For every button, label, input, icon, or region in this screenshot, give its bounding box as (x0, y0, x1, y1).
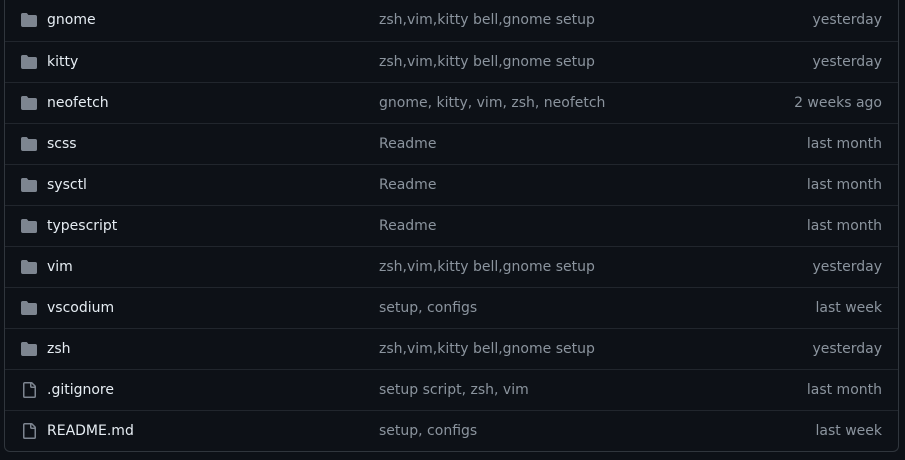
folder-icon (21, 12, 37, 28)
file-name-link[interactable]: kitty (47, 54, 78, 70)
folder-icon (21, 95, 37, 111)
commit-time: last week (815, 300, 883, 316)
folder-icon (21, 259, 37, 275)
file-name-link[interactable]: sysctl (47, 177, 87, 193)
file-list: gnome zsh,vim,kitty bell,gnome setup yes… (4, 0, 899, 452)
commit-time: yesterday (812, 259, 882, 275)
commit-message-link[interactable]: zsh,vim,kitty bell,gnome setup (379, 341, 595, 357)
file-name-link[interactable]: gnome (47, 12, 96, 28)
file-name-link[interactable]: README.md (47, 423, 134, 439)
commit-time: last month (806, 177, 882, 193)
folder-icon (21, 218, 37, 234)
commit-message-link[interactable]: setup, configs (379, 300, 477, 316)
file-name-link[interactable]: vscodium (47, 300, 114, 316)
file-icon (21, 382, 37, 398)
commit-time: last month (806, 382, 882, 398)
file-name-link[interactable]: neofetch (47, 95, 109, 111)
file-name-link[interactable]: .gitignore (47, 382, 114, 398)
commit-time: last month (806, 218, 882, 234)
file-row[interactable]: scss Readme last month (5, 123, 898, 164)
file-row[interactable]: typescript Readme last month (5, 205, 898, 246)
commit-time: yesterday (812, 12, 882, 28)
commit-message-link[interactable]: setup script, zsh, vim (379, 382, 529, 398)
commit-message-link[interactable]: zsh,vim,kitty bell,gnome setup (379, 12, 595, 28)
commit-time: last week (815, 423, 883, 439)
commit-message-link[interactable]: zsh,vim,kitty bell,gnome setup (379, 54, 595, 70)
folder-icon (21, 341, 37, 357)
file-row[interactable]: neofetch gnome, kitty, vim, zsh, neofetc… (5, 82, 898, 123)
folder-icon (21, 300, 37, 316)
commit-message-link[interactable]: Readme (379, 136, 436, 152)
commit-message-link[interactable]: Readme (379, 218, 436, 234)
commit-time: last month (806, 136, 882, 152)
commit-message-link[interactable]: zsh,vim,kitty bell,gnome setup (379, 259, 595, 275)
commit-message-link[interactable]: setup, configs (379, 423, 477, 439)
commit-time: 2 weeks ago (794, 95, 882, 111)
commit-time: yesterday (812, 341, 882, 357)
file-row[interactable]: gnome zsh,vim,kitty bell,gnome setup yes… (5, 0, 898, 41)
folder-icon (21, 177, 37, 193)
file-row[interactable]: sysctl Readme last month (5, 164, 898, 205)
file-name-link[interactable]: zsh (47, 341, 71, 357)
file-name-link[interactable]: scss (47, 136, 77, 152)
folder-icon (21, 54, 37, 70)
commit-time: yesterday (812, 54, 882, 70)
file-name-link[interactable]: vim (47, 259, 73, 275)
file-row[interactable]: kitty zsh,vim,kitty bell,gnome setup yes… (5, 41, 898, 82)
commit-message-link[interactable]: gnome, kitty, vim, zsh, neofetch (379, 95, 605, 111)
file-row[interactable]: vim zsh,vim,kitty bell,gnome setup yeste… (5, 246, 898, 287)
folder-icon (21, 136, 37, 152)
file-row[interactable]: README.md setup, configs last week (5, 410, 898, 451)
file-row[interactable]: zsh zsh,vim,kitty bell,gnome setup yeste… (5, 328, 898, 369)
file-name-link[interactable]: typescript (47, 218, 117, 234)
file-row[interactable]: vscodium setup, configs last week (5, 287, 898, 328)
file-row[interactable]: .gitignore setup script, zsh, vim last m… (5, 369, 898, 410)
file-icon (21, 423, 37, 439)
commit-message-link[interactable]: Readme (379, 177, 436, 193)
